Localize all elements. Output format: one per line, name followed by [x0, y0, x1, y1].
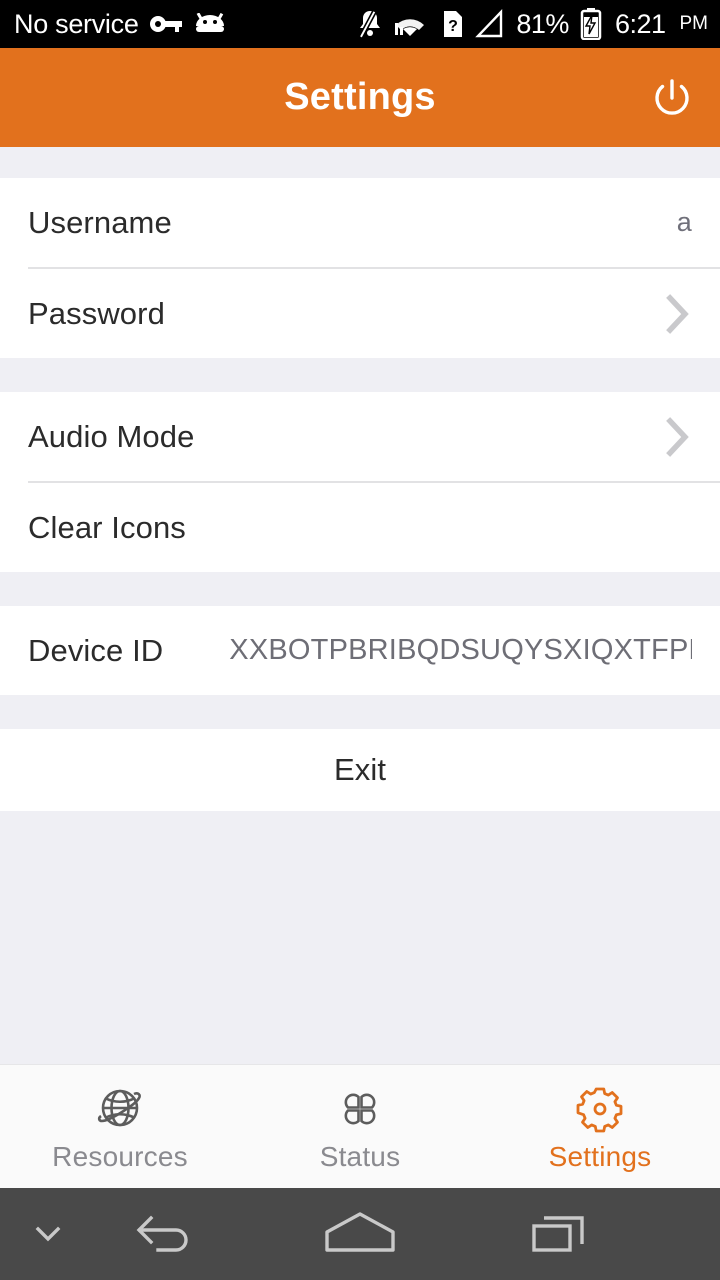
clover-icon: [332, 1081, 388, 1137]
globe-icon: [92, 1081, 148, 1137]
carrier-label: No service: [14, 8, 139, 39]
section-gap: [0, 695, 720, 729]
row-label: Password: [28, 295, 165, 331]
row-clear-icons[interactable]: Clear Icons: [0, 483, 720, 572]
chevron-down-icon[interactable]: [18, 1188, 78, 1280]
row-label: Device ID: [28, 632, 164, 668]
gear-icon: [572, 1081, 628, 1137]
phone-screen: No service ? 81% 6:21 PM Settings Userna…: [0, 0, 720, 1280]
home-icon[interactable]: [314, 1188, 406, 1280]
chevron-right-icon: [664, 293, 692, 334]
clock-ampm: PM: [679, 13, 709, 34]
section-device-id: Device ID XXBOTPBRIBQDSUQYSXIQXTFPR…: [0, 606, 720, 695]
chevron-right-icon: [664, 416, 692, 457]
notifications-muted-icon: [356, 9, 384, 39]
battery-charging-icon: [580, 8, 602, 40]
section-device-options: Audio Mode Clear Icons: [0, 392, 720, 572]
tab-settings[interactable]: Settings: [480, 1065, 720, 1188]
tab-label: Status: [319, 1140, 401, 1172]
row-password[interactable]: Password: [0, 269, 720, 358]
status-left-icons: [149, 13, 227, 35]
row-device-id[interactable]: Device ID XXBOTPBRIBQDSUQYSXIQXTFPR…: [0, 606, 720, 695]
exit-button[interactable]: Exit: [0, 729, 720, 811]
bottom-tab-bar: Resources Status Settings: [0, 1064, 720, 1188]
username-value: a: [676, 207, 692, 237]
recents-icon[interactable]: [516, 1188, 608, 1280]
row-username[interactable]: Username a: [0, 178, 720, 267]
page-title: Settings: [284, 76, 436, 118]
row-label: Audio Mode: [28, 418, 195, 454]
section-exit: Exit: [0, 729, 720, 811]
row-label: Username: [28, 204, 172, 240]
row-label: Clear Icons: [28, 509, 186, 545]
android-head-icon: [193, 13, 227, 35]
row-audio-mode[interactable]: Audio Mode: [0, 392, 720, 481]
section-gap: [0, 358, 720, 392]
exit-label: Exit: [333, 752, 387, 787]
sim-unknown-icon: ?: [442, 9, 464, 39]
android-nav-bar: [0, 1188, 720, 1280]
clock-time: 6:21: [614, 8, 666, 39]
section-gap: [0, 147, 720, 178]
section-account: Username a Password: [0, 178, 720, 358]
tab-resources[interactable]: Resources: [0, 1065, 240, 1188]
device-id-value: XXBOTPBRIBQDSUQYSXIQXTFPR…: [229, 634, 692, 666]
status-bar: No service ? 81% 6:21 PM: [0, 0, 720, 48]
svg-text:?: ?: [449, 18, 459, 35]
power-icon[interactable]: [644, 70, 700, 126]
app-bar: Settings: [0, 48, 720, 147]
key-icon: [149, 13, 183, 35]
battery-percent: 81%: [516, 8, 569, 39]
status-right-icons: ? 81% 6:21 PM: [356, 8, 708, 40]
wifi-icon: [395, 9, 431, 39]
settings-list: Username a Password Audio Mode Clear Ico…: [0, 147, 720, 1064]
cell-signal-icon: [475, 9, 505, 39]
tab-label: Settings: [548, 1140, 652, 1172]
tab-label: Resources: [52, 1140, 188, 1172]
section-gap: [0, 572, 720, 606]
back-arrow-icon[interactable]: [120, 1188, 212, 1280]
tab-status[interactable]: Status: [240, 1065, 480, 1188]
